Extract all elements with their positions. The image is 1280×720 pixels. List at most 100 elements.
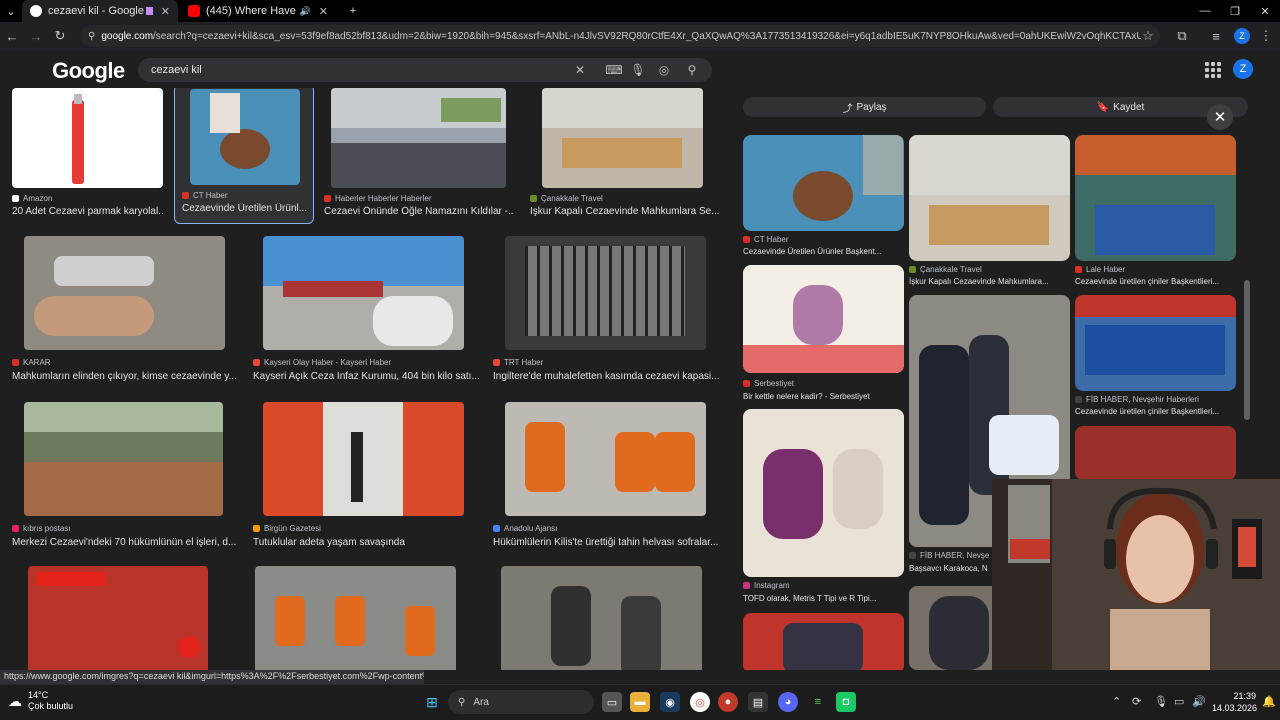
related-image-tile[interactable]: [1075, 426, 1236, 480]
result-card[interactable]: Haberler Haberler Haberler Cezaevi Önünd…: [324, 88, 514, 224]
restore-icon[interactable]: ❐: [1220, 0, 1250, 22]
result-card[interactable]: [12, 566, 242, 670]
extensions-icon[interactable]: ⧉: [1172, 26, 1192, 46]
related-image-tile[interactable]: [743, 613, 904, 670]
result-image[interactable]: [263, 236, 464, 350]
related-image[interactable]: [743, 409, 904, 577]
close-panel-button[interactable]: ✕: [1207, 104, 1233, 130]
site-info-icon[interactable]: ⚲: [88, 31, 95, 42]
weather-widget[interactable]: ☁ 14°C Çok bulutlu: [8, 690, 73, 712]
related-image[interactable]: [743, 613, 904, 670]
result-image[interactable]: [28, 566, 208, 670]
result-card[interactable]: Amazon 20 Adet Cezaevi parmak karyolal..…: [12, 88, 164, 224]
media-icon[interactable]: ≡: [1206, 26, 1226, 46]
panel-scrollbar[interactable]: [1244, 280, 1250, 420]
obs-icon[interactable]: ●: [718, 692, 738, 712]
result-title[interactable]: 20 Adet Cezaevi parmak karyolal...: [12, 206, 164, 217]
tab-youtube[interactable]: (445) Where Have You Been 🔊 ✕: [180, 0, 336, 22]
terminal-icon[interactable]: ▤: [748, 692, 768, 712]
result-card[interactable]: Kayseri Olay Haber - Kayseri Haber Kayse…: [253, 236, 483, 386]
related-image-tile[interactable]: Çanakkale Travel İşkur Kapalı Cezaevinde…: [909, 135, 1070, 291]
tray-overflow-icon[interactable]: ⌃: [1112, 695, 1121, 708]
tile-title[interactable]: TOFD olarak, Metris T Tipi ve R Tipi...: [743, 594, 904, 603]
system-clock[interactable]: 21:39 14.03.2026: [1212, 690, 1257, 714]
result-image[interactable]: [12, 88, 163, 188]
bookmark-star-icon[interactable]: ☆: [1138, 26, 1158, 46]
result-title[interactable]: Hükümlülerin Kilis'te ürettiği tahin hel…: [493, 537, 723, 548]
result-image[interactable]: [24, 402, 223, 516]
tile-title[interactable]: Cezaevinde üretilen çiniler Başkentlieri…: [1075, 277, 1236, 286]
result-card[interactable]: Anadolu Ajansı Hükümlülerin Kilis'te üre…: [493, 402, 723, 552]
profile-avatar[interactable]: Z: [1234, 28, 1250, 44]
related-image[interactable]: [1075, 426, 1236, 480]
taskbar-search[interactable]: ⚲ Ara: [448, 690, 594, 714]
back-icon[interactable]: ←: [2, 26, 22, 46]
file-explorer-icon[interactable]: ▬: [630, 692, 650, 712]
result-image[interactable]: [331, 88, 506, 188]
result-title[interactable]: Kayseri Açık Ceza İnfaz Kurumu, 404 bin …: [253, 371, 483, 382]
result-card[interactable]: kıbrıs postası Merkezi Cezaevi'ndeki 70 …: [12, 402, 242, 552]
related-image[interactable]: [1075, 135, 1236, 261]
network-icon[interactable]: ▭: [1174, 695, 1184, 708]
result-image[interactable]: [505, 236, 706, 350]
chat-app-icon[interactable]: ◘: [836, 692, 856, 712]
result-card[interactable]: KARAR Mahkumların elinden çıkıyor, kimse…: [12, 236, 242, 386]
app-icon[interactable]: ≡: [808, 692, 828, 712]
start-windows-icon[interactable]: ⊞: [422, 692, 442, 712]
result-card[interactable]: [253, 566, 483, 670]
clear-search-icon[interactable]: ✕: [570, 60, 590, 80]
related-image-tile[interactable]: FİB HABER, Nevşehir Haberleri Cezaevinde…: [1075, 295, 1236, 421]
discord-icon[interactable]: ◕: [778, 692, 798, 712]
minimize-icon[interactable]: —: [1190, 0, 1220, 22]
result-image[interactable]: [505, 402, 706, 516]
result-title[interactable]: Mahkumların elinden çıkıyor, kimse cezae…: [12, 371, 242, 382]
chrome-icon[interactable]: ◎: [690, 692, 710, 712]
sync-icon[interactable]: ⟳: [1132, 695, 1141, 708]
forward-icon[interactable]: →: [26, 26, 46, 46]
related-image[interactable]: [743, 135, 904, 231]
result-card[interactable]: Çanakkale Travel İşkur Kapalı Cezaevinde…: [530, 88, 720, 224]
tab-google-search[interactable]: cezaevi kil - Google'da Ara ✕: [22, 0, 178, 22]
result-card[interactable]: TRT Haber İngiltere'de muhalefetten kası…: [493, 236, 723, 386]
result-image[interactable]: [24, 236, 225, 350]
address-bar[interactable]: ⚲ google.com/search?q=cezaevi+kil&sca_es…: [80, 25, 1160, 47]
related-image[interactable]: [1075, 295, 1236, 391]
tab-menu-icon[interactable]: ⌄: [0, 0, 22, 22]
browser-menu-icon[interactable]: ⋮: [1256, 26, 1276, 46]
related-image[interactable]: [909, 135, 1070, 261]
result-card[interactable]: Birgün Gazetesi Tutuklular adeta yaşam s…: [253, 402, 483, 552]
result-image[interactable]: [190, 89, 300, 185]
result-title[interactable]: İşkur Kapalı Cezaevinde Mahkumlara Se...: [530, 206, 720, 217]
google-apps-icon[interactable]: [1205, 62, 1221, 78]
result-image[interactable]: [263, 402, 464, 516]
reload-icon[interactable]: ↻: [50, 26, 70, 46]
task-view-icon[interactable]: ▭: [602, 692, 622, 712]
keyboard-icon[interactable]: ⌨: [604, 60, 624, 80]
lens-icon[interactable]: ◎: [654, 60, 674, 80]
close-tab-icon[interactable]: ✕: [161, 5, 170, 18]
google-logo[interactable]: Google: [52, 58, 125, 84]
related-image-tile[interactable]: Lale Haber Cezaevinde üretilen çiniler B…: [1075, 135, 1236, 291]
steam-icon[interactable]: ◉: [660, 692, 680, 712]
result-title[interactable]: İngiltere'de muhalefetten kasımda cezaev…: [493, 371, 723, 382]
result-title[interactable]: Tutuklular adeta yaşam savaşında: [253, 537, 483, 548]
tile-title[interactable]: Cezaevinde üretilen çiniler Başkentlieri…: [1075, 407, 1236, 416]
close-window-icon[interactable]: ✕: [1250, 0, 1280, 22]
new-tab-icon[interactable]: +: [338, 0, 368, 22]
volume-icon[interactable]: 🔊: [1192, 695, 1206, 708]
share-button[interactable]: ⤴ Paylaş: [743, 97, 986, 117]
related-image-tile[interactable]: Serbestiyet Bir kettle nelere kadir? - S…: [743, 265, 904, 405]
tile-title[interactable]: Bir kettle nelere kadir? - Serbestiyet: [743, 392, 904, 401]
result-image[interactable]: [501, 566, 702, 670]
result-card-selected[interactable]: CT Haber Cezaevinde Üretilen Ürünl...: [174, 88, 314, 224]
microphone-icon[interactable]: 🎙: [628, 60, 648, 80]
related-image-tile[interactable]: Instagram TOFD olarak, Metris T Tipi ve …: [743, 409, 904, 609]
related-image[interactable]: [743, 265, 904, 373]
search-input[interactable]: cezaevi kil ✕ ⌨ 🎙 ◎ ⚲: [138, 58, 712, 82]
notifications-icon[interactable]: 🔔: [1262, 695, 1276, 708]
result-title[interactable]: Cezaevi Önünde Öğle Namazını Kıldılar -.…: [324, 206, 514, 217]
result-title[interactable]: Merkezi Cezaevi'ndeki 70 hükümlünün el i…: [12, 537, 242, 548]
search-icon[interactable]: ⚲: [682, 60, 702, 80]
tile-title[interactable]: Cezaevinde Üretilen Ürünler Başkent...: [743, 247, 904, 256]
related-image-tile[interactable]: CT Haber Cezaevinde Üretilen Ürünler Baş…: [743, 135, 904, 261]
